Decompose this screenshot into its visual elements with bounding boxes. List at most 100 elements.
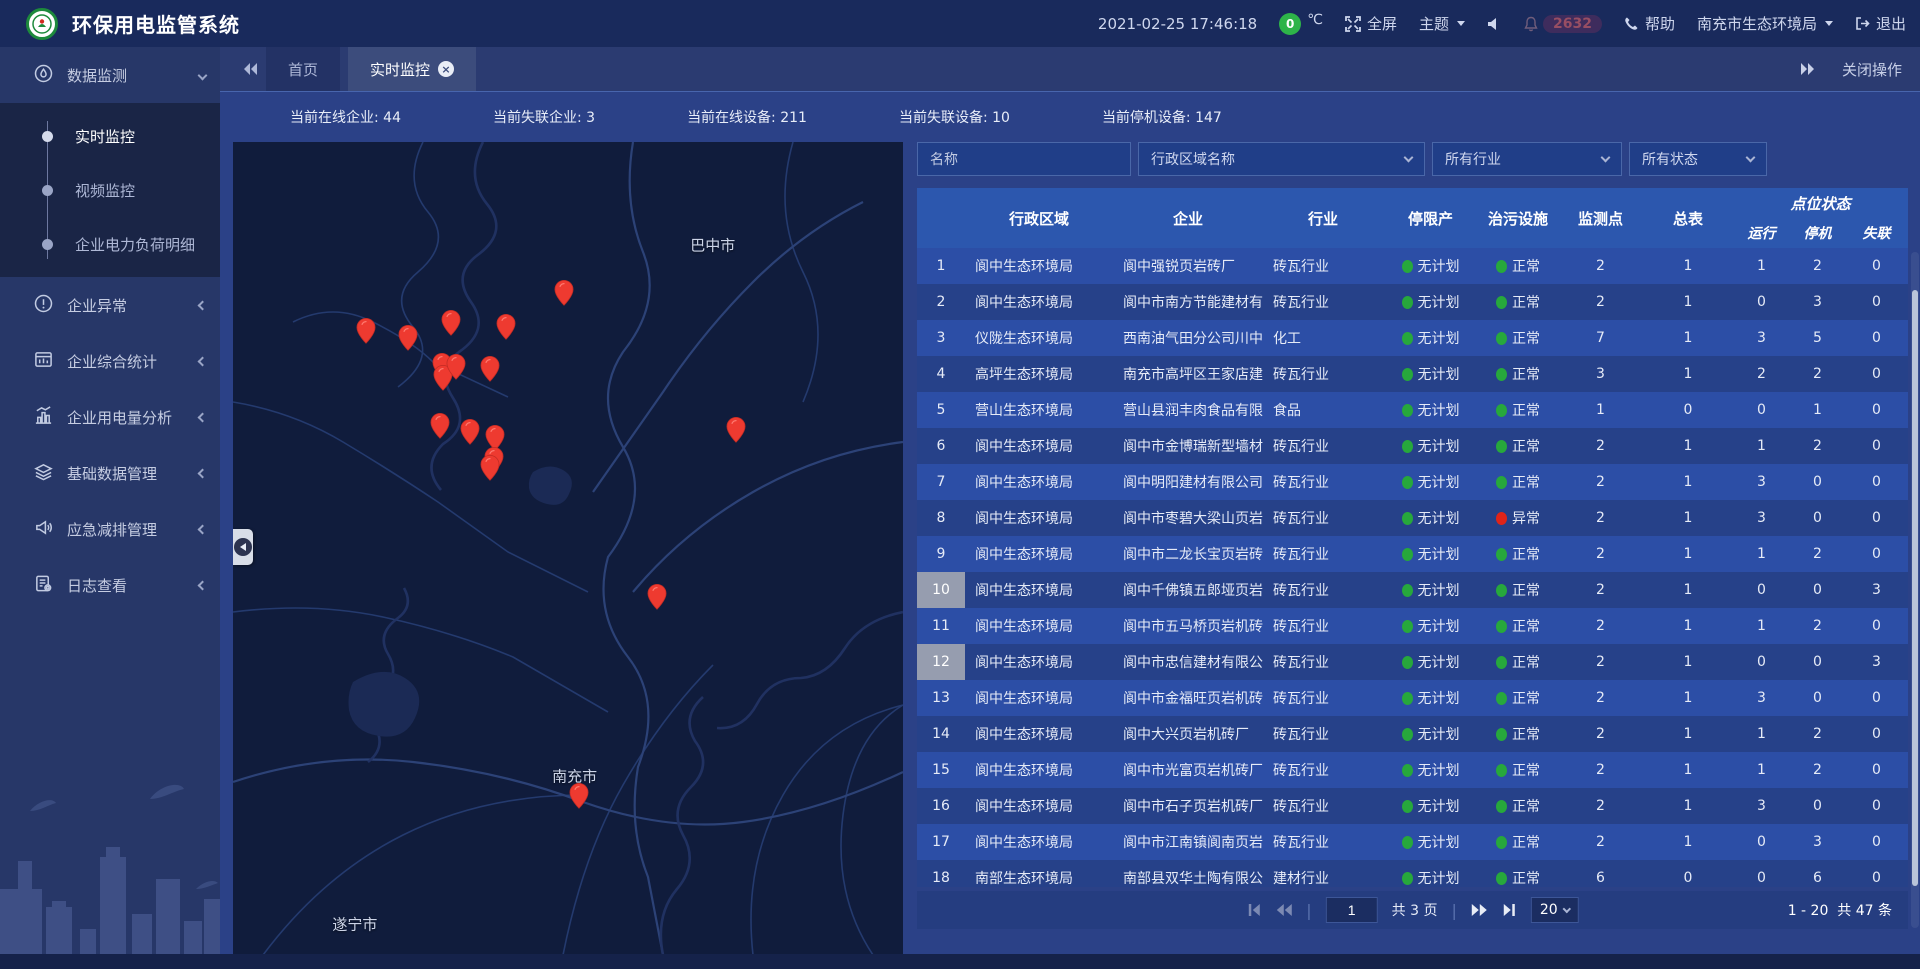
cell-run: 3 [1733, 788, 1790, 824]
cell-region: 阆中生态环境局 [965, 788, 1113, 824]
name-filter-input[interactable] [930, 151, 1118, 167]
sidebar-item-3[interactable]: 企业用电量分析 [0, 389, 220, 445]
range-summary: 1 - 20 共 47 条 [1788, 900, 1892, 920]
sidebar-item-4[interactable]: 基础数据管理 [0, 445, 220, 501]
map-pin-icon[interactable] [496, 314, 515, 340]
status-dot-green [1402, 368, 1413, 381]
table-row[interactable]: 14阆中生态环境局阆中大兴页岩机砖厂砖瓦行业无计划正常21120 [917, 716, 1908, 752]
sidebar-subitem-0-0[interactable]: 实时监控 [0, 109, 220, 163]
cell-meters: 1 [1643, 716, 1733, 752]
sidebar-item-1[interactable]: 企业异常 [0, 277, 220, 333]
name-filter-field[interactable] [917, 142, 1131, 176]
table-scrollbar[interactable] [1911, 252, 1919, 928]
horn-icon [34, 518, 53, 541]
table-row[interactable]: 11阆中生态环境局阆中市五马桥页岩机砖砖瓦行业无计划正常21120 [917, 608, 1908, 644]
sidebar-item-6[interactable]: 日志查看 [0, 557, 220, 613]
table-row[interactable]: 3仪陇生态环境局西南油气田分公司川中化工无计划正常71350 [917, 320, 1908, 356]
main-area: 首页 实时监控 × 关闭操作 当前在线企业: 44当前失联企业: 3当前在线设备… [220, 47, 1920, 969]
table-row[interactable]: 2阆中生态环境局阆中市南方节能建材有砖瓦行业无计划正常21030 [917, 284, 1908, 320]
cell-limit-status: 无计划 [1383, 860, 1478, 887]
table-row[interactable]: 1阆中生态环境局阆中强锐页岩砖厂砖瓦行业无计划正常21120 [917, 248, 1908, 284]
status-dot-green [1496, 548, 1507, 561]
sidebar-item-5[interactable]: 应急减排管理 [0, 501, 220, 557]
table-row[interactable]: 13阆中生态环境局阆中市金福旺页岩机砖砖瓦行业无计划正常21300 [917, 680, 1908, 716]
sidebar-item-0[interactable]: 数据监测 [0, 47, 220, 103]
region-filter-select[interactable]: 行政区域名称 [1138, 142, 1425, 176]
page-size-select[interactable]: 20 [1531, 897, 1579, 923]
notifications-button[interactable]: 2632 [1523, 15, 1602, 33]
map-pin-icon[interactable] [357, 318, 376, 344]
row-number: 11 [917, 608, 965, 644]
table-row[interactable]: 9阆中生态环境局阆中市二龙长宝页岩砖砖瓦行业无计划正常21120 [917, 536, 1908, 572]
bullet-icon [42, 239, 53, 250]
table-row[interactable]: 6阆中生态环境局阆中市金博瑞新型墙材砖瓦行业无计划正常21120 [917, 428, 1908, 464]
status-dot-green [1496, 620, 1507, 633]
map-collapse-handle[interactable] [233, 529, 253, 565]
temperature-badge: 0 [1279, 13, 1301, 35]
map-pin-icon[interactable] [569, 783, 588, 809]
table-row[interactable]: 7阆中生态环境局阆中明阳建材有限公司砖瓦行业无计划正常21300 [917, 464, 1908, 500]
map-pin-icon[interactable] [481, 455, 500, 481]
last-page-button[interactable] [1502, 903, 1517, 917]
chevron-left-icon [198, 300, 208, 310]
row-number: 6 [917, 428, 965, 464]
logout-button[interactable]: 退出 [1855, 13, 1906, 34]
tab-close-icon[interactable]: × [438, 61, 454, 77]
map-pin-icon[interactable] [648, 584, 667, 610]
cell-lost: 0 [1845, 536, 1908, 572]
industry-filter-select[interactable]: 所有行业 [1432, 142, 1622, 176]
tabs-scroll-left-button[interactable] [242, 62, 258, 76]
cell-limit-status: 无计划 [1383, 752, 1478, 788]
table-row[interactable]: 4高坪生态环境局南充市高坪区王家店建砖瓦行业无计划正常31220 [917, 356, 1908, 392]
cell-company: 阆中市金博瑞新型墙材 [1113, 428, 1263, 464]
tab-home[interactable]: 首页 [266, 47, 340, 91]
cell-region: 阆中生态环境局 [965, 500, 1113, 536]
sidebar-subitem-0-2[interactable]: 企业电力负荷明细 [0, 217, 220, 271]
map-pin-icon[interactable] [441, 310, 460, 336]
first-page-button[interactable] [1246, 903, 1261, 917]
org-dropdown[interactable]: 南充市生态环境局 [1697, 13, 1833, 34]
table-row[interactable]: 12阆中生态环境局阆中市忠信建材有限公砖瓦行业无计划正常21003 [917, 644, 1908, 680]
table-row[interactable]: 16阆中生态环境局阆中市石子页岩机砖厂砖瓦行业无计划正常21300 [917, 788, 1908, 824]
cell-meters: 1 [1643, 608, 1733, 644]
table-row[interactable]: 15阆中生态环境局阆中市光富页岩机砖厂砖瓦行业无计划正常21120 [917, 752, 1908, 788]
cell-run: 3 [1733, 500, 1790, 536]
status-filter-select[interactable]: 所有状态 [1629, 142, 1767, 176]
sidebar-subitem-0-1[interactable]: 视频监控 [0, 163, 220, 217]
cell-industry: 砖瓦行业 [1263, 428, 1383, 464]
map-pin-icon[interactable] [447, 354, 466, 380]
map-pin-icon[interactable] [398, 325, 417, 351]
table-row[interactable]: 17阆中生态环境局阆中市江南镇阆南页岩砖瓦行业无计划正常21030 [917, 824, 1908, 860]
help-button[interactable]: 帮助 [1624, 13, 1675, 34]
mute-button[interactable] [1487, 17, 1501, 31]
row-number: 1 [917, 248, 965, 284]
scrollbar-thumb[interactable] [1912, 290, 1918, 886]
chevron-down-icon [1601, 153, 1611, 163]
cell-region: 阆中生态环境局 [965, 752, 1113, 788]
map-pin-icon[interactable] [431, 413, 450, 439]
tabs-scroll-right-button[interactable] [1800, 62, 1816, 76]
fullscreen-button[interactable]: 全屏 [1345, 13, 1397, 34]
map-pin-icon[interactable] [554, 280, 573, 306]
table-row[interactable]: 10阆中生态环境局阆中千佛镇五郎垭页岩砖瓦行业无计划正常21003 [917, 572, 1908, 608]
row-number: 18 [917, 860, 965, 887]
table-row[interactable]: 8阆中生态环境局阆中市枣碧大梁山页岩砖瓦行业无计划异常21300 [917, 500, 1908, 536]
cell-company: 西南油气田分公司川中 [1113, 320, 1263, 356]
next-page-button[interactable] [1471, 903, 1488, 917]
map-pin-icon[interactable] [481, 356, 500, 382]
prev-page-button[interactable] [1275, 903, 1292, 917]
table-row[interactable]: 18南部生态环境局南部县双华土陶有限公建材行业无计划正常60060 [917, 860, 1908, 887]
map-pin-icon[interactable] [461, 419, 480, 445]
table-row[interactable]: 5营山生态环境局营山县润丰肉食品有限食品无计划正常10010 [917, 392, 1908, 428]
map-pin-icon[interactable] [727, 417, 746, 443]
tab-realtime-monitor[interactable]: 实时监控 × [348, 47, 476, 91]
sidebar-item-2[interactable]: 企业综合统计 [0, 333, 220, 389]
row-number: 15 [917, 752, 965, 788]
chevron-left-icon [198, 356, 208, 366]
map-panel[interactable]: 巴中市南充市遂宁市 [233, 142, 903, 955]
page-number-input[interactable] [1326, 897, 1378, 923]
cell-points: 3 [1558, 356, 1643, 392]
chart-icon [34, 406, 53, 429]
theme-dropdown[interactable]: 主题 [1419, 13, 1465, 34]
close-operations-button[interactable]: 关闭操作 [1842, 59, 1902, 80]
